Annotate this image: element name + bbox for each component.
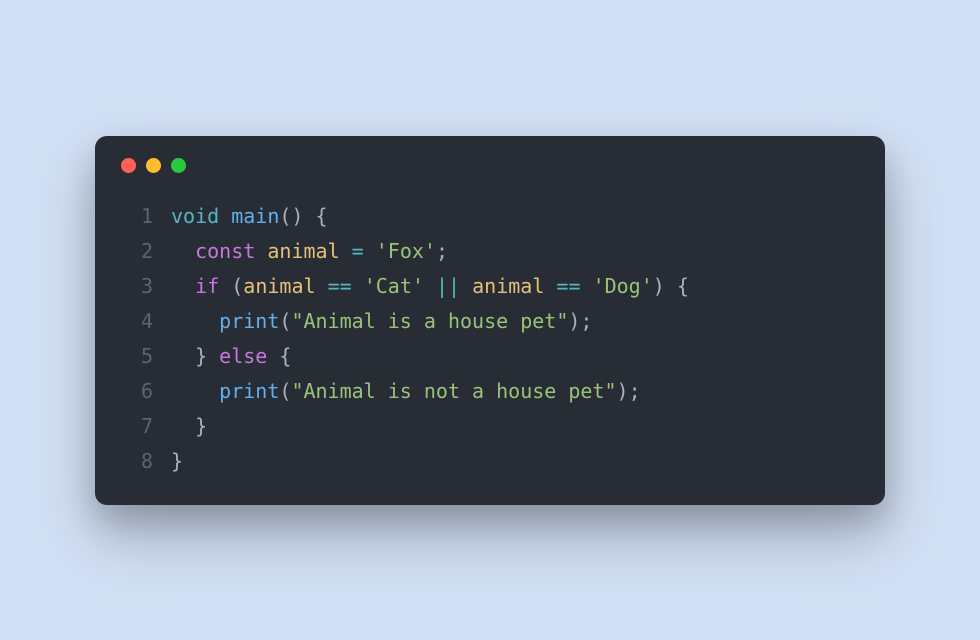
- code-token: animal: [472, 274, 544, 298]
- code-line: 6 print("Animal is not a house pet");: [121, 374, 859, 409]
- line-content: } else {: [171, 339, 859, 374]
- code-token: else: [219, 344, 267, 368]
- code-line: 5 } else {: [121, 339, 859, 374]
- code-token: }: [171, 344, 219, 368]
- code-token: [352, 274, 364, 298]
- code-token: (: [219, 274, 243, 298]
- code-token: =: [352, 239, 364, 263]
- code-token: [255, 239, 267, 263]
- code-line: 3 if (animal == 'Cat' || animal == 'Dog'…: [121, 269, 859, 304]
- code-token: main: [231, 204, 279, 228]
- code-window: 1void main() {2 const animal = 'Fox';3 i…: [95, 136, 885, 505]
- code-token: }: [171, 414, 207, 438]
- code-token: ) {: [653, 274, 689, 298]
- code-token: 'Fox': [376, 239, 436, 263]
- code-token: 'Cat': [364, 274, 424, 298]
- code-line: 1 void main() {: [121, 199, 859, 234]
- line-number: 6: [121, 374, 153, 409]
- code-token: [460, 274, 472, 298]
- code-token: );: [568, 309, 592, 333]
- code-token: [171, 239, 195, 263]
- code-token: {: [267, 344, 291, 368]
- code-token: animal: [267, 239, 339, 263]
- code-token: () {: [279, 204, 327, 228]
- code-token: ==: [328, 274, 352, 298]
- line-number: 2: [121, 234, 153, 269]
- line-number: 4: [121, 304, 153, 339]
- code-token: [171, 309, 219, 333]
- code-token: [424, 274, 436, 298]
- code-token: "Animal is a house pet": [291, 309, 568, 333]
- line-number: 5: [121, 339, 153, 374]
- code-token: print: [219, 379, 279, 403]
- code-line: 4 print("Animal is a house pet");: [121, 304, 859, 339]
- code-line: 2 const animal = 'Fox';: [121, 234, 859, 269]
- code-token: (: [279, 309, 291, 333]
- line-number: 7: [121, 409, 153, 444]
- maximize-icon[interactable]: [171, 158, 186, 173]
- code-token: [340, 239, 352, 263]
- code-token: [171, 379, 219, 403]
- code-token: 'Dog': [593, 274, 653, 298]
- code-token: "Animal is not a house pet": [291, 379, 616, 403]
- window-controls: [121, 158, 859, 173]
- line-number: 3: [121, 269, 153, 304]
- code-token: [544, 274, 556, 298]
- code-token: [219, 204, 231, 228]
- line-content: void main() {: [171, 199, 859, 234]
- code-token: );: [617, 379, 641, 403]
- code-line: 7 }: [121, 409, 859, 444]
- close-icon[interactable]: [121, 158, 136, 173]
- line-content: if (animal == 'Cat' || animal == 'Dog') …: [171, 269, 859, 304]
- line-content: print("Animal is a house pet");: [171, 304, 859, 339]
- line-content: }: [171, 444, 859, 479]
- code-token: ;: [436, 239, 448, 263]
- code-line: 8}: [121, 444, 859, 479]
- code-token: print: [219, 309, 279, 333]
- code-token: ==: [556, 274, 580, 298]
- code-token: if: [195, 274, 219, 298]
- code-token: [364, 239, 376, 263]
- code-token: [171, 274, 195, 298]
- code-token: const: [195, 239, 255, 263]
- code-token: [316, 274, 328, 298]
- code-token: ||: [436, 274, 460, 298]
- code-token: void: [171, 204, 219, 228]
- line-number: 1: [121, 199, 153, 234]
- code-token: animal: [243, 274, 315, 298]
- code-token: }: [171, 449, 183, 473]
- line-content: const animal = 'Fox';: [171, 234, 859, 269]
- line-content: }: [171, 409, 859, 444]
- code-area: 1void main() {2 const animal = 'Fox';3 i…: [121, 199, 859, 479]
- line-number: 8: [121, 444, 153, 479]
- code-token: [581, 274, 593, 298]
- line-content: print("Animal is not a house pet");: [171, 374, 859, 409]
- code-token: (: [279, 379, 291, 403]
- minimize-icon[interactable]: [146, 158, 161, 173]
